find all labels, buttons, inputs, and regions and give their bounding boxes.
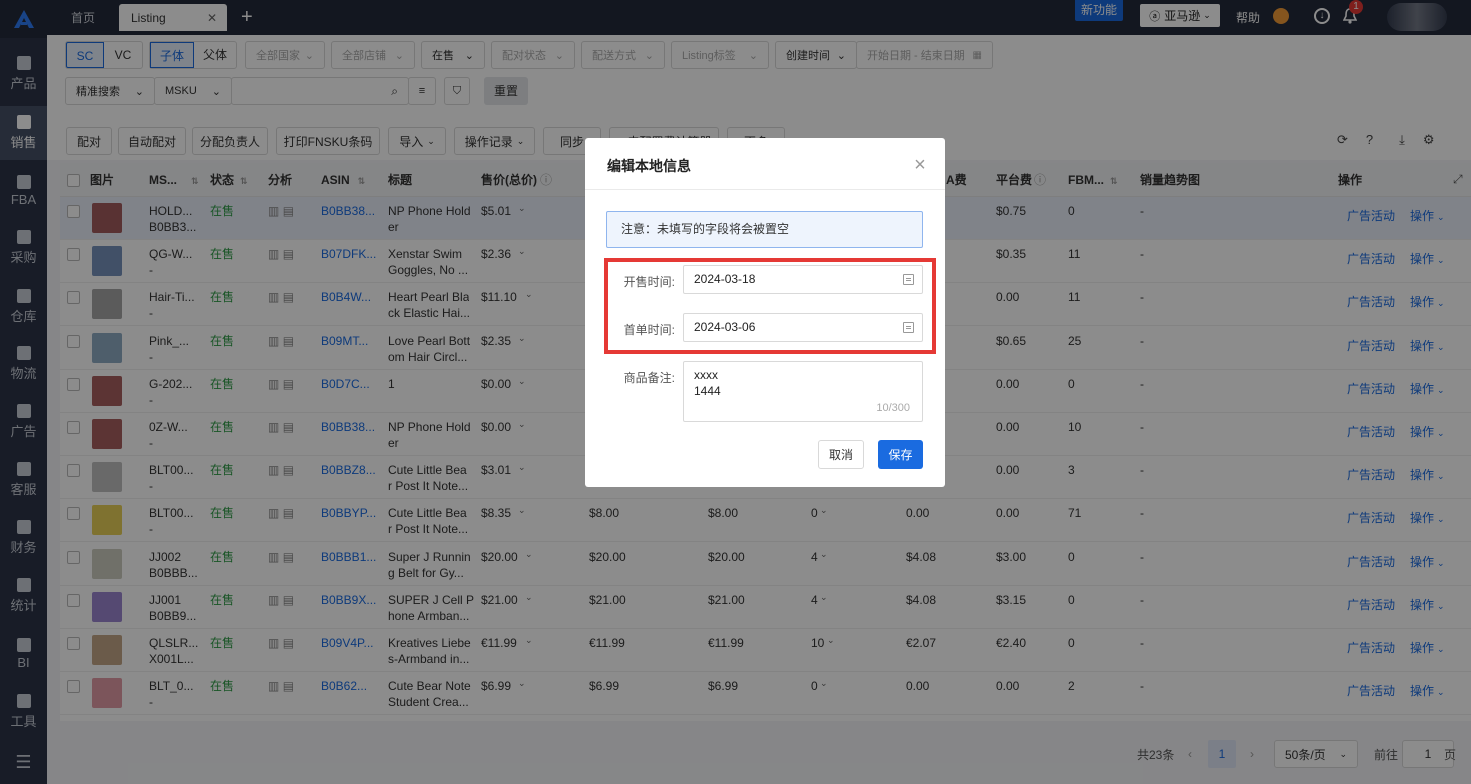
calendar-icon[interactable] [903, 274, 914, 285]
close-icon[interactable]: × [907, 152, 933, 178]
notice-banner: 注意：未填写的字段将会被置空 [606, 211, 923, 248]
divider [585, 189, 945, 190]
cancel-button[interactable]: 取消 [818, 440, 864, 469]
first-order-date-input[interactable]: 2024-03-06 [683, 313, 923, 342]
open-date-label: 开售时间: [623, 275, 675, 289]
first-order-date-label: 首单时间: [623, 323, 675, 337]
remark-textarea[interactable]: xxxx 1444 10/300 [683, 361, 923, 422]
edit-local-info-dialog: 编辑本地信息 × 注意：未填写的字段将会被置空 开售时间: 2024-03-18… [585, 138, 945, 487]
remark-value: xxxx 1444 [694, 368, 721, 398]
dialog-title: 编辑本地信息 [607, 158, 691, 174]
calendar-icon[interactable] [903, 322, 914, 333]
open-date-value: 2024-03-18 [694, 272, 756, 286]
open-date-input[interactable]: 2024-03-18 [683, 265, 923, 294]
save-button[interactable]: 保存 [878, 440, 923, 469]
remark-label: 商品备注: [623, 371, 675, 385]
remark-char-count: 10/300 [876, 402, 910, 414]
first-order-date-value: 2024-03-06 [694, 320, 756, 334]
